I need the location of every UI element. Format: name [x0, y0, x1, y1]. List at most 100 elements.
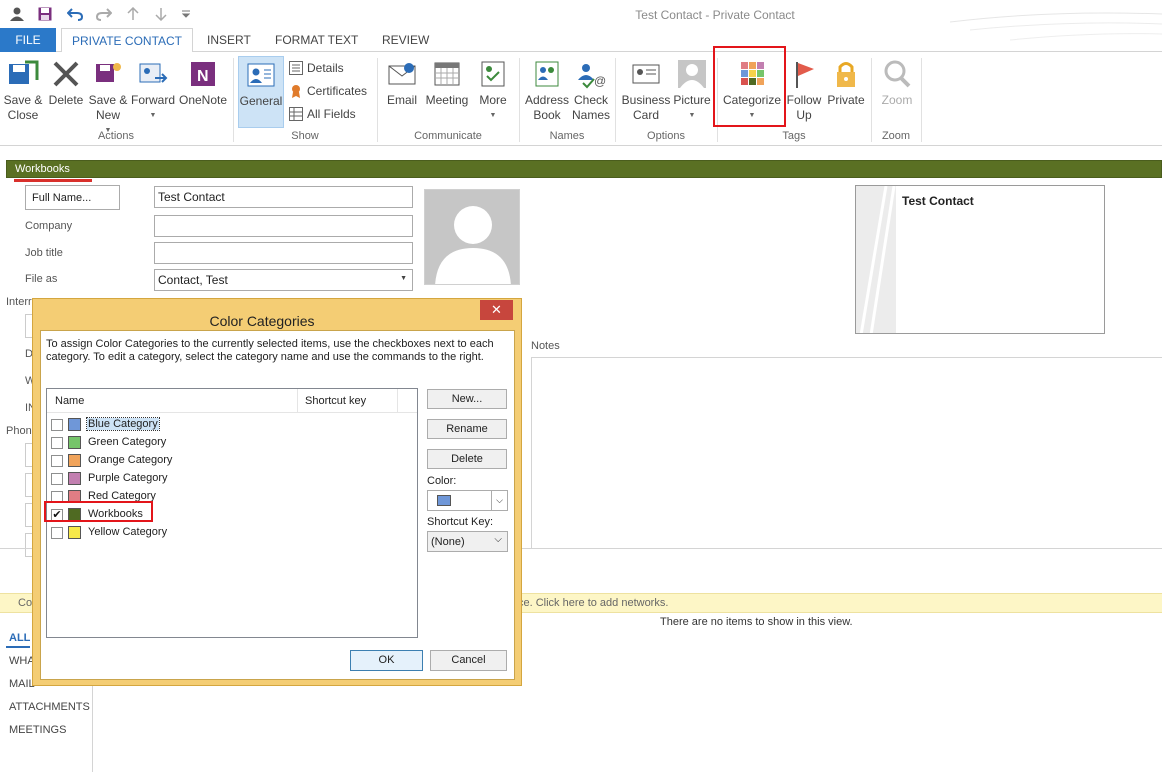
people-nav-attachments[interactable]: ATTACHMENTS — [9, 701, 90, 713]
people-nav-what[interactable]: WHA — [9, 655, 35, 667]
up-arrow-icon[interactable] — [124, 5, 142, 23]
email-button[interactable]: Email — [383, 58, 421, 108]
full-name-button[interactable]: Full Name... — [25, 185, 120, 210]
category-name[interactable]: Purple Category — [87, 472, 169, 484]
category-color-swatch — [68, 418, 81, 431]
tab-file[interactable]: FILE — [0, 28, 56, 52]
new-category-button[interactable]: New... — [427, 389, 507, 409]
category-checkbox[interactable] — [51, 473, 63, 485]
job-title-input[interactable] — [154, 242, 413, 264]
dialog-title: Color Categories — [209, 313, 315, 329]
category-row[interactable]: Yellow Category — [51, 524, 411, 542]
private-label: Private — [827, 93, 865, 107]
general-button[interactable]: General — [238, 56, 284, 128]
delete-category-button[interactable]: Delete — [427, 449, 507, 469]
all-fields-button[interactable]: All Fields — [289, 105, 356, 123]
contact-photo[interactable] — [424, 189, 520, 285]
forward-button[interactable]: Forward ▼ — [130, 58, 176, 123]
infobar-text[interactable]: ce. Click here to add networks. — [518, 597, 668, 609]
email-label: Email — [386, 93, 417, 107]
people-nav-selected-underline — [6, 646, 30, 648]
file-as-select[interactable]: Contact, Test ▼ — [154, 269, 413, 291]
business-card-button[interactable]: Business Card — [620, 58, 672, 123]
undo-icon[interactable] — [66, 5, 84, 23]
calendar-meeting-icon — [431, 58, 463, 90]
people-nav-meetings[interactable]: MEETINGS — [9, 724, 66, 736]
category-checkbox[interactable] — [51, 419, 63, 431]
full-name-input[interactable]: Test Contact — [154, 186, 413, 208]
empty-view-message: There are no items to show in this view. — [660, 616, 853, 628]
onenote-button[interactable]: N OneNote — [178, 58, 228, 108]
certificates-button[interactable]: Certificates — [289, 82, 367, 100]
picture-button[interactable]: Picture ▼ — [672, 58, 712, 123]
notes-textarea[interactable] — [531, 357, 1162, 549]
contact-app-icon[interactable] — [8, 5, 26, 23]
category-name[interactable]: Green Category — [87, 436, 167, 448]
save-icon[interactable] — [36, 5, 54, 23]
tab-review[interactable]: REVIEW — [372, 28, 439, 52]
category-checkbox[interactable] — [51, 455, 63, 467]
category-checkbox[interactable] — [51, 437, 63, 449]
private-button[interactable]: Private — [826, 58, 866, 108]
delete-label: Delete — [48, 93, 84, 107]
shortcut-key-select[interactable]: (None) ⌵ — [427, 531, 508, 552]
category-color-swatch — [68, 472, 81, 485]
category-row[interactable]: Orange Category — [51, 452, 411, 470]
card-decoration — [856, 186, 896, 333]
infobar-prefix: Co — [18, 597, 33, 609]
people-nav-all[interactable]: ALL — [9, 632, 30, 644]
address-book-button[interactable]: Address Book — [524, 58, 570, 123]
svg-text:N: N — [197, 68, 209, 85]
column-header-shortcut[interactable]: Shortcut key — [305, 395, 366, 407]
down-arrow-icon[interactable] — [152, 5, 170, 23]
general-contact-icon — [245, 59, 277, 91]
picture-dropdown-icon: ▼ — [688, 112, 696, 119]
phone-label: Phon — [6, 425, 32, 437]
follow-up-button[interactable]: Follow Up — [785, 58, 823, 123]
ok-button[interactable]: OK — [350, 650, 423, 671]
tab-private-contact[interactable]: PRIVATE CONTACT — [61, 28, 194, 53]
color-picker[interactable]: ⌵ — [427, 490, 508, 511]
category-row[interactable]: Purple Category — [51, 470, 411, 488]
shortcut-key-label: Shortcut Key: — [427, 516, 494, 528]
save-new-button[interactable]: Save & New ▼ — [88, 58, 128, 138]
onenote-label: OneNote — [178, 93, 228, 107]
meeting-button[interactable]: Meeting — [424, 58, 470, 108]
cancel-button[interactable]: Cancel — [430, 650, 507, 671]
zoom-button[interactable]: Zoom — [876, 58, 918, 108]
redo-icon[interactable] — [95, 5, 113, 23]
company-input[interactable] — [154, 215, 413, 237]
customize-qat-icon[interactable] — [177, 5, 195, 23]
category-name[interactable]: Yellow Category — [87, 526, 168, 538]
category-name[interactable]: Orange Category — [87, 454, 173, 466]
category-row[interactable]: Green Category — [51, 434, 411, 452]
color-picker-swatch — [437, 495, 451, 506]
more-label: More — [479, 93, 507, 107]
dialog-close-button[interactable]: ✕ — [480, 300, 513, 320]
category-name[interactable]: Blue Category — [86, 417, 160, 431]
ribbon-separator — [921, 58, 922, 142]
category-row[interactable]: Blue Category — [51, 416, 411, 434]
color-picker-dropdown-icon: ⌵ — [491, 491, 507, 510]
person-silhouette-icon — [435, 206, 511, 284]
tab-format-text[interactable]: FORMAT TEXT — [265, 28, 368, 52]
people-nav-mail[interactable]: MAIL — [9, 678, 35, 690]
color-categories-dialog: Color Categories ✕ To assign Color Categ… — [32, 298, 522, 686]
title-bar: Test Contact - Private Contact — [0, 0, 1162, 41]
more-button[interactable]: More ▼ — [474, 58, 512, 123]
check-names-button[interactable]: @ Check Names — [571, 58, 611, 123]
details-button[interactable]: Details — [289, 59, 344, 77]
forward-label: Forward — [130, 93, 175, 107]
shortcut-key-value: (None) — [431, 536, 465, 548]
column-header-name[interactable]: Name — [55, 395, 84, 407]
category-checkbox[interactable] — [51, 527, 63, 539]
group-zoom-label: Zoom — [881, 130, 911, 142]
rename-category-button[interactable]: Rename — [427, 419, 507, 439]
save-close-button[interactable]: Save & Close — [3, 58, 43, 123]
tab-insert[interactable]: INSERT — [197, 28, 261, 52]
business-card-preview[interactable]: Test Contact — [855, 185, 1105, 334]
categorize-highlight — [713, 46, 786, 127]
category-bar-label: Workbooks — [15, 163, 70, 175]
delete-button[interactable]: Delete — [47, 58, 85, 108]
meeting-label: Meeting — [425, 93, 469, 107]
